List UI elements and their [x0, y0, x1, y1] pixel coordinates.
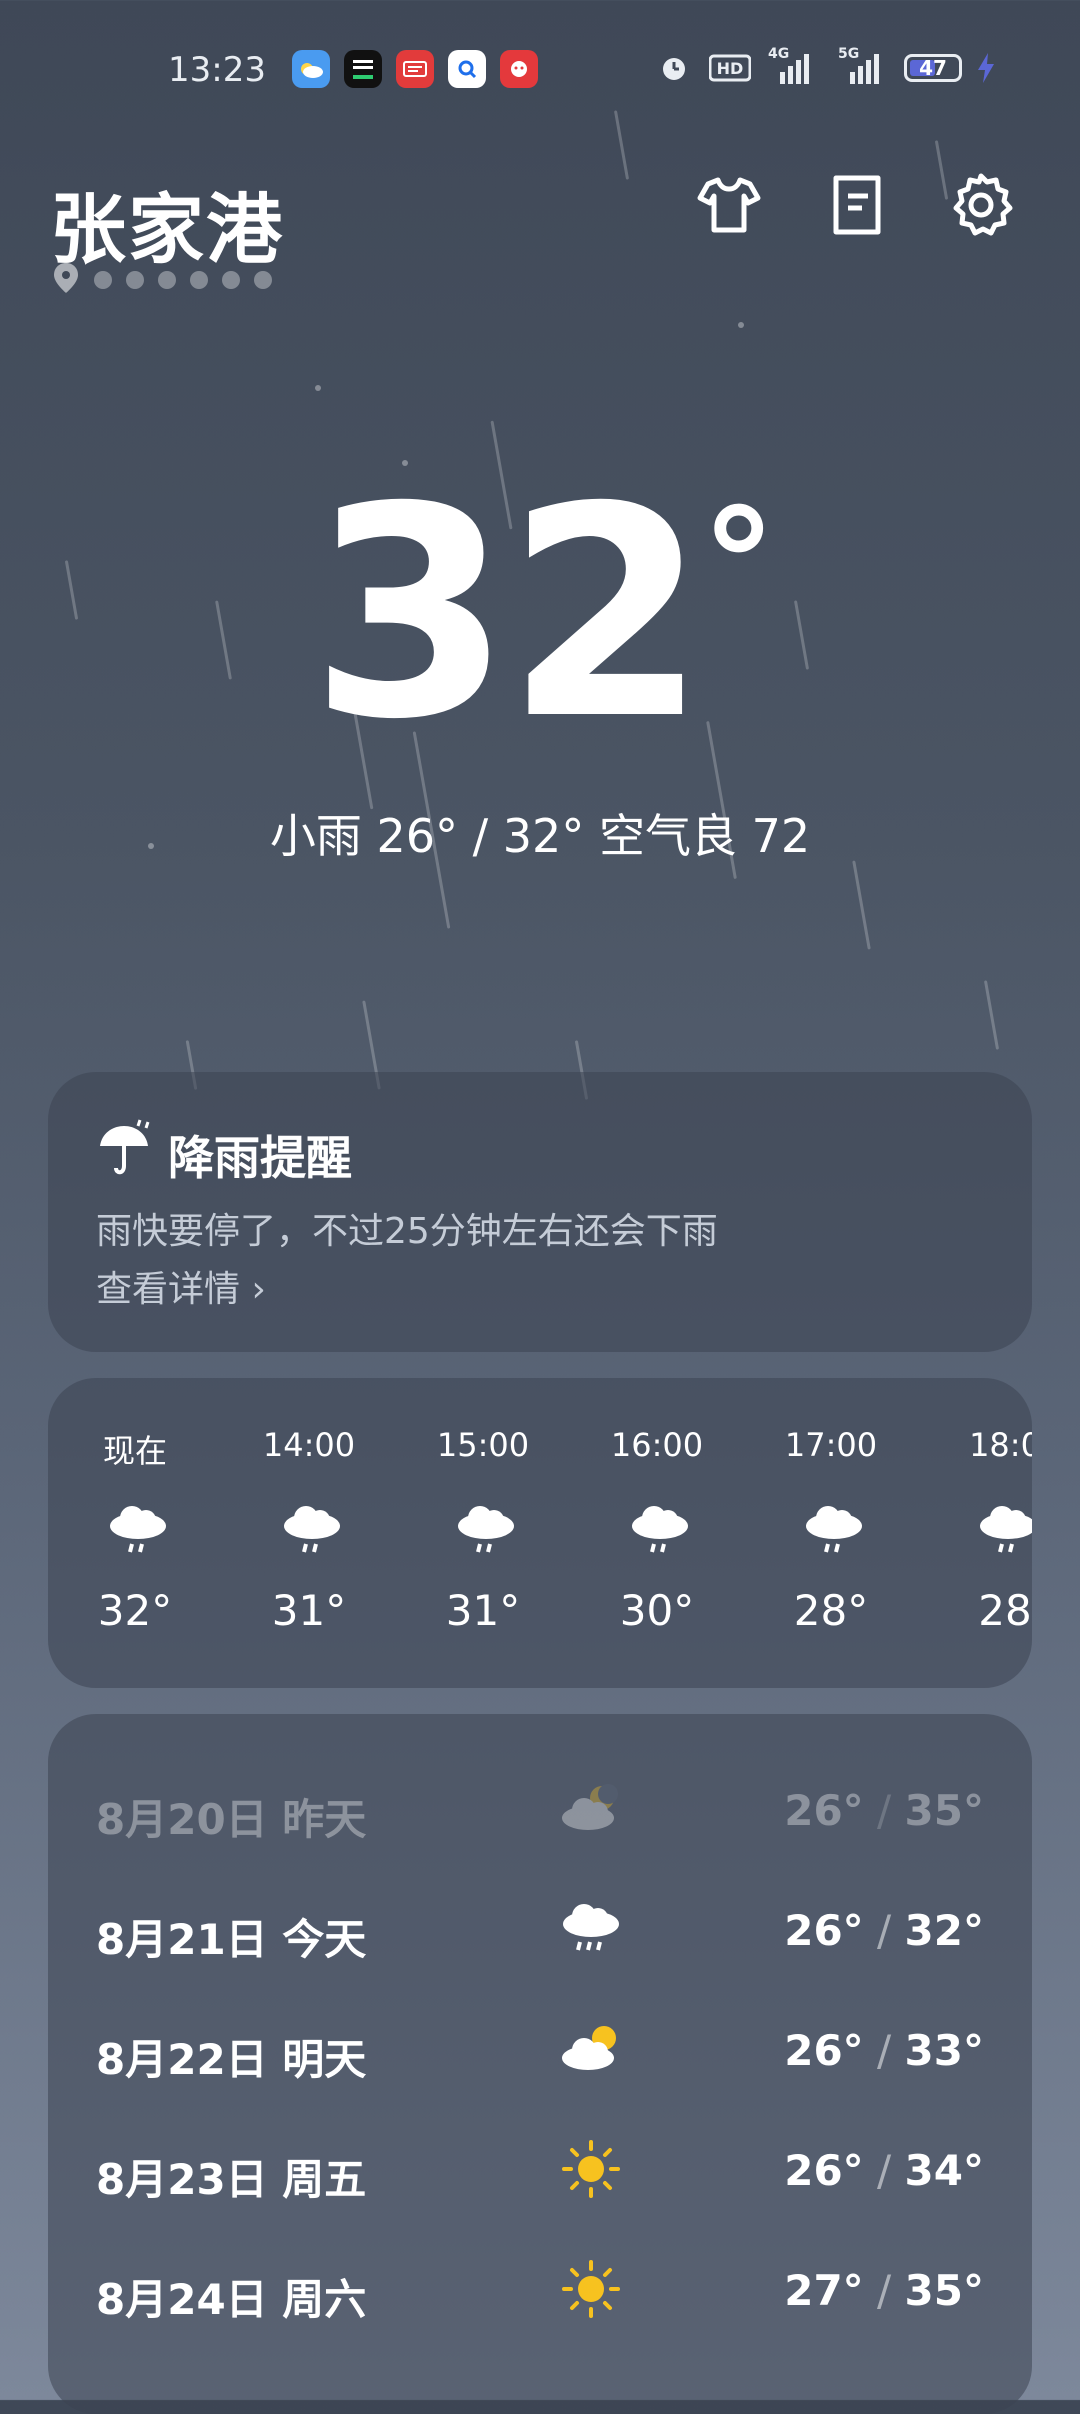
document-icon[interactable]: [822, 170, 892, 240]
daily-temp-range: 26° / 32°: [784, 1906, 984, 1955]
tshirt-icon[interactable]: [694, 170, 764, 240]
signal-4g-icon: 4G: [766, 46, 816, 86]
rain-cloud-icon: [628, 1498, 692, 1562]
daily-temp-range: 26° / 34°: [784, 2146, 984, 2195]
hourly-time: 17:00: [784, 1426, 878, 1464]
rain-cloud-icon: [280, 1498, 344, 1562]
daily-row[interactable]: 8月21日 今天 26° / 32°: [48, 1886, 1032, 1976]
battery-icon: 47: [904, 54, 962, 82]
daily-low: 27°: [784, 2266, 864, 2315]
weather-app-icon: [292, 50, 330, 88]
net1-label: 4G: [768, 46, 790, 62]
daily-high: 35°: [904, 2266, 984, 2315]
umbrella-icon: [94, 1118, 154, 1178]
hourly-time: 15:00: [436, 1426, 530, 1464]
hourly-temp: 30°: [619, 1586, 695, 1635]
hourly-time: 14:00: [262, 1426, 356, 1464]
hourly-time: 现在: [102, 1432, 167, 1470]
cloud-moon-icon: [556, 1774, 626, 1844]
daily-date: 8月23日 周五: [96, 2155, 367, 2204]
daily-temp-range: 27° / 35°: [784, 2266, 984, 2315]
hourly-temp: 32°: [97, 1586, 173, 1635]
page-dot: [158, 271, 176, 289]
daily-low: 26°: [784, 1906, 864, 1955]
daily-date: 8月21日 今天: [96, 1915, 367, 1964]
page-dot: [222, 271, 240, 289]
daily-row[interactable]: 8月20日 昨天 26° / 35°: [48, 1766, 1032, 1856]
status-bar: 13:23 HD 4G 5G 47: [0, 40, 1080, 100]
daily-date: 8月22日 明天: [96, 2035, 367, 2084]
page-dot: [254, 271, 272, 289]
daily-forecast-card[interactable]: 8月20日 昨天 26° / 35° 8月21日 今天 26° / 32° 8月…: [48, 1714, 1032, 2414]
toutiao-app-icon: [396, 50, 434, 88]
rain-alert-card[interactable]: 降雨提醒 雨快要停了，不过25分钟左右还会下雨 查看详情 ›: [48, 1072, 1032, 1352]
daily-low: 26°: [784, 1786, 864, 1835]
daily-high: 35°: [904, 1786, 984, 1835]
daily-row[interactable]: 8月22日 明天 26° / 33°: [48, 2006, 1032, 2096]
daily-low: 26°: [784, 2146, 864, 2195]
page-dot: [126, 271, 144, 289]
city-page-indicator: [52, 262, 272, 298]
rain-cloud-icon: [976, 1498, 1032, 1562]
rain-alert-description: 雨快要停了，不过25分钟左右还会下雨: [96, 1211, 718, 1252]
daily-high: 34°: [904, 2146, 984, 2195]
battery-level: 47: [919, 56, 947, 80]
sun-icon: [556, 2254, 626, 2324]
current-temperature: 32°: [0, 470, 1080, 760]
page-dot: [94, 271, 112, 289]
hourly-temp: 28: [978, 1586, 1032, 1635]
hourly-temp: 31°: [271, 1586, 347, 1635]
news-app-icon: [344, 50, 382, 88]
current-temp-value: 32: [309, 446, 708, 783]
search-app-icon: [448, 50, 486, 88]
daily-date: 8月20日 昨天: [96, 1795, 367, 1844]
charging-icon: [976, 50, 996, 86]
rain-alert-title: 降雨提醒: [168, 1131, 352, 1185]
daily-high: 32°: [904, 1906, 984, 1955]
hourly-temp: 28°: [793, 1586, 869, 1635]
page-dot: [190, 271, 208, 289]
hd-label: HD: [716, 58, 744, 78]
daily-low: 26°: [784, 2026, 864, 2075]
hd-icon: HD: [708, 50, 752, 86]
hourly-temp: 31°: [445, 1586, 521, 1635]
daily-row[interactable]: 8月24日 周六 27° / 35°: [48, 2246, 1032, 2336]
jd-app-icon: [500, 50, 538, 88]
rain-cloud-icon: [802, 1498, 866, 1562]
hourly-time: 16:00: [610, 1426, 704, 1464]
net2-label: 5G: [838, 46, 860, 62]
rain-cloud-icon: [556, 1894, 626, 1964]
rain-cloud-icon: [106, 1498, 170, 1562]
cloud-sun-icon: [556, 2014, 626, 2084]
daily-temp-range: 26° / 33°: [784, 2026, 984, 2075]
location-pin-icon: [52, 262, 80, 298]
daily-row[interactable]: 8月23日 周五 26° / 34°: [48, 2126, 1032, 2216]
gear-icon[interactable]: [946, 170, 1016, 240]
weather-summary: 小雨 26° / 32° 空气良 72: [269, 809, 811, 863]
hourly-time: 18:0: [969, 1426, 1032, 1464]
daily-high: 33°: [904, 2026, 984, 2075]
hourly-forecast-card[interactable]: 现在 32° 14:00 31° 15:00 31° 16:00 30° 17:…: [48, 1378, 1032, 1688]
status-time: 13:23: [168, 50, 266, 90]
alarm-icon: [656, 50, 692, 86]
daily-date: 8月24日 周六: [96, 2275, 367, 2324]
signal-5g-icon: 5G: [836, 46, 886, 86]
sun-icon: [556, 2134, 626, 2204]
view-details-link[interactable]: 查看详情 ›: [96, 1260, 266, 1312]
rain-cloud-icon: [454, 1498, 518, 1562]
degree-symbol: °: [701, 478, 776, 652]
daily-temp-range: 26° / 35°: [784, 1786, 984, 1835]
